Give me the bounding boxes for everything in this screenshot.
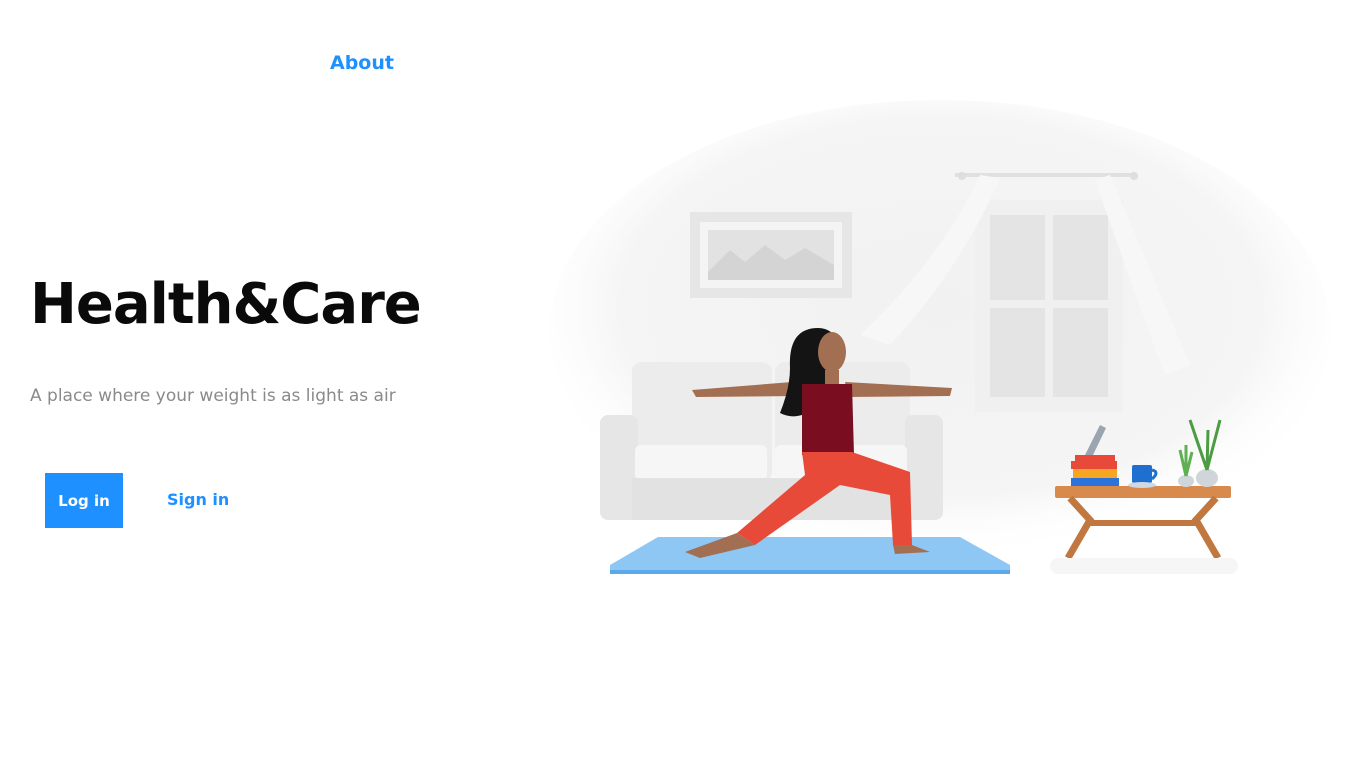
nav-about-link[interactable]: About — [330, 52, 394, 74]
yoga-mat — [610, 537, 1010, 572]
page-subtitle: A place where your weight is as light as… — [30, 386, 396, 406]
yoga-living-room-illustration — [550, 100, 1330, 574]
wall-picture-frame — [690, 212, 852, 298]
blue-cup — [1128, 465, 1158, 488]
page-title: Health&Care — [30, 272, 422, 337]
landing-page: About Health&Care A place where your wei… — [0, 0, 1366, 768]
signin-link[interactable]: Sign in — [167, 490, 229, 509]
login-button[interactable]: Log in — [45, 473, 123, 528]
